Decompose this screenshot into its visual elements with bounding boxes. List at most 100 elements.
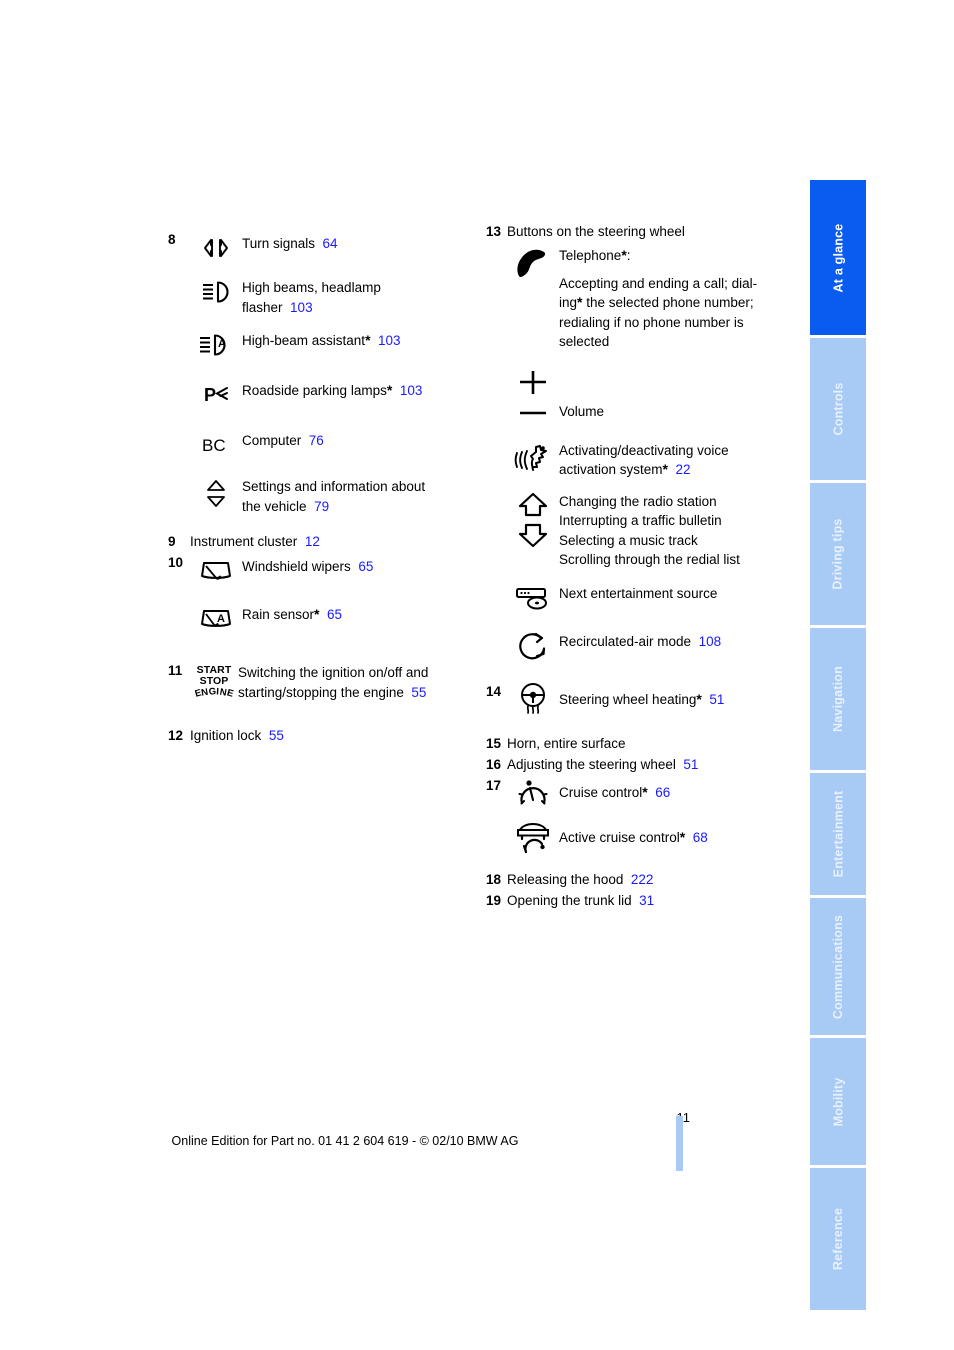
item-number: 18: [485, 871, 501, 887]
arrow-line-3: Selecting a music track: [559, 532, 698, 548]
telephone-handset-icon: [507, 243, 559, 282]
item-number: 12: [168, 728, 184, 743]
desc-line-1: Accepting and ending a call; dial-: [559, 275, 758, 291]
chapter-tab-label: At a glance: [831, 223, 846, 292]
label-line-1: High beams, headlamp: [242, 280, 381, 295]
entry-entertainment-source: Next entertainment source: [507, 580, 781, 614]
arrow-line-2: Interrupting a traffic bulletin: [559, 513, 722, 528]
high-beam-assistant-icon: A: [190, 327, 242, 361]
page-reference: 55: [411, 684, 427, 700]
footer-edition-text: Online Edition for Part no. 01 41 2 604 …: [171, 1134, 519, 1148]
roadside-parking-lamps-icon: P: [190, 377, 242, 411]
label-text: Computer: [242, 433, 302, 448]
chapter-tab-label: Driving tips: [831, 518, 845, 590]
optional-star: *: [314, 606, 320, 622]
label-line-2: flasher: [242, 299, 283, 315]
optional-star: *: [679, 828, 686, 845]
list-item-15: 15 Horn, entire surface: [481, 734, 781, 753]
up-down-triangles-icon: [190, 475, 242, 508]
item-number: 10: [168, 555, 184, 570]
entry-windshield-wipers: Windshield wipers 65: [190, 553, 468, 587]
item-number: 19: [485, 892, 501, 908]
label-line-1: Settings and information about: [242, 479, 426, 494]
chapter-tab-navigation[interactable]: Navigation: [810, 625, 866, 770]
chapter-tab-label: Controls: [831, 382, 845, 436]
page-reference: 31: [639, 892, 655, 908]
entry-label: Instrument cluster 12: [190, 532, 320, 551]
chapter-tab-strip: At a glance Controls Driving tips Navigatio…: [810, 180, 866, 1310]
item-number: 15: [485, 735, 501, 751]
label-text: Opening the trunk lid: [507, 892, 632, 908]
label-text: Ignition lock: [190, 728, 262, 743]
telephone-title: Telephone: [559, 248, 622, 263]
list-item-11: 11 START STOP ENGINE Switching the ignit…: [168, 661, 468, 704]
chapter-tab-label: Navigation: [831, 666, 845, 732]
chapter-tab-communications[interactable]: Communications: [810, 895, 866, 1035]
chapter-tab-label: Mobility: [830, 1077, 845, 1126]
chapter-tab-label: Entertainment: [831, 790, 846, 878]
chapter-tab-driving-tips[interactable]: Driving tips: [810, 480, 866, 625]
optional-star: *: [365, 332, 371, 348]
label-line-2: activation system: [559, 462, 663, 477]
list-item-10: 10 Windshield wipers 65 A Rain sensor* 6…: [168, 553, 468, 635]
entry-label: Ignition lock 55: [190, 726, 284, 745]
page-reference: 103: [290, 299, 313, 315]
label-text: Adjusting the steering wheel: [507, 756, 676, 772]
page-reference: 64: [322, 236, 338, 251]
item-number: 11: [168, 663, 183, 678]
label-text: Active cruise control: [559, 829, 680, 845]
page-reference: 51: [683, 756, 699, 772]
optional-star: *: [642, 783, 648, 800]
entry-label: Switching the ignition on/off and starti…: [238, 661, 428, 702]
page-reference: 103: [378, 333, 401, 348]
entry-roadside-parking-lamps: P Roadside parking lamps* 103: [190, 377, 468, 411]
list-item-17: 17 Cruise control* 66 Active cruise cont…: [481, 776, 781, 853]
label-line-2: starting/stopping the engine: [238, 684, 404, 700]
up-down-arrows-icon: [507, 488, 559, 548]
entry-recirculated-air: Recirculated-air mode 108: [507, 628, 781, 662]
plus-minus-volume-icon: [507, 366, 559, 425]
entry-label: Next entertainment source: [559, 580, 717, 604]
chapter-tab-at-a-glance[interactable]: At a glance: [810, 180, 866, 335]
rain-sensor-icon: A: [190, 601, 242, 635]
right-column: 13 Buttons on the steering wheel Telepho…: [481, 222, 781, 912]
svg-text:P: P: [204, 385, 216, 405]
entry-active-cruise-control: Active cruise control* 68: [507, 818, 781, 853]
chapter-tab-label: Reference: [831, 1207, 845, 1271]
desc-line-4: selected: [559, 334, 610, 349]
svg-text:A: A: [217, 613, 225, 625]
page-reference: 55: [268, 728, 284, 743]
item-number: 16: [485, 756, 501, 772]
label-text: Cruise control: [559, 784, 643, 800]
page-reference: 108: [698, 633, 722, 649]
item-number: 9: [168, 534, 176, 549]
entry-label: High beams, headlamp flasher 103: [242, 274, 381, 317]
page-number: 11: [676, 1110, 691, 1125]
high-beams-icon: [190, 274, 242, 308]
desc-line-2a: ing: [559, 295, 578, 310]
entry-telephone: Telephone*: Accepting and ending a call;…: [507, 243, 781, 352]
label-text: Roadside parking lamps: [242, 383, 387, 398]
optional-star: *: [386, 382, 393, 398]
chapter-tab-controls[interactable]: Controls: [810, 335, 866, 480]
chapter-tab-reference[interactable]: Reference: [810, 1165, 866, 1310]
entry-label: Adjusting the steering wheel 51: [507, 755, 698, 774]
entry-label: Settings and information about the vehic…: [242, 475, 425, 516]
turn-signals-icon: [190, 230, 242, 264]
page-reference: 103: [399, 383, 423, 398]
arrow-line-4: Scrolling through the redial list: [559, 552, 740, 567]
title-suffix: :: [626, 248, 631, 263]
entry-label: Releasing the hood 222: [507, 870, 653, 889]
cruise-control-icon: [507, 776, 559, 810]
chapter-tab-entertainment[interactable]: Entertainment: [810, 770, 866, 895]
label-text: Steering wheel heating: [559, 691, 697, 707]
item-number: 14: [485, 683, 501, 699]
page-reference: 66: [655, 784, 671, 800]
entry-label: Telephone*: Accepting and ending a call;…: [559, 243, 757, 352]
desc-line-2b: the selected phone number;: [582, 295, 754, 310]
label-line-1: Switching the ignition on/off and: [238, 665, 429, 680]
entry-label: Changing the radio station Interrupting …: [559, 488, 740, 570]
entry-label: Horn, entire surface: [507, 735, 626, 751]
label-text: Recirculated-air mode: [559, 633, 692, 649]
entry-label: Steering wheel heating* 51: [559, 682, 724, 710]
